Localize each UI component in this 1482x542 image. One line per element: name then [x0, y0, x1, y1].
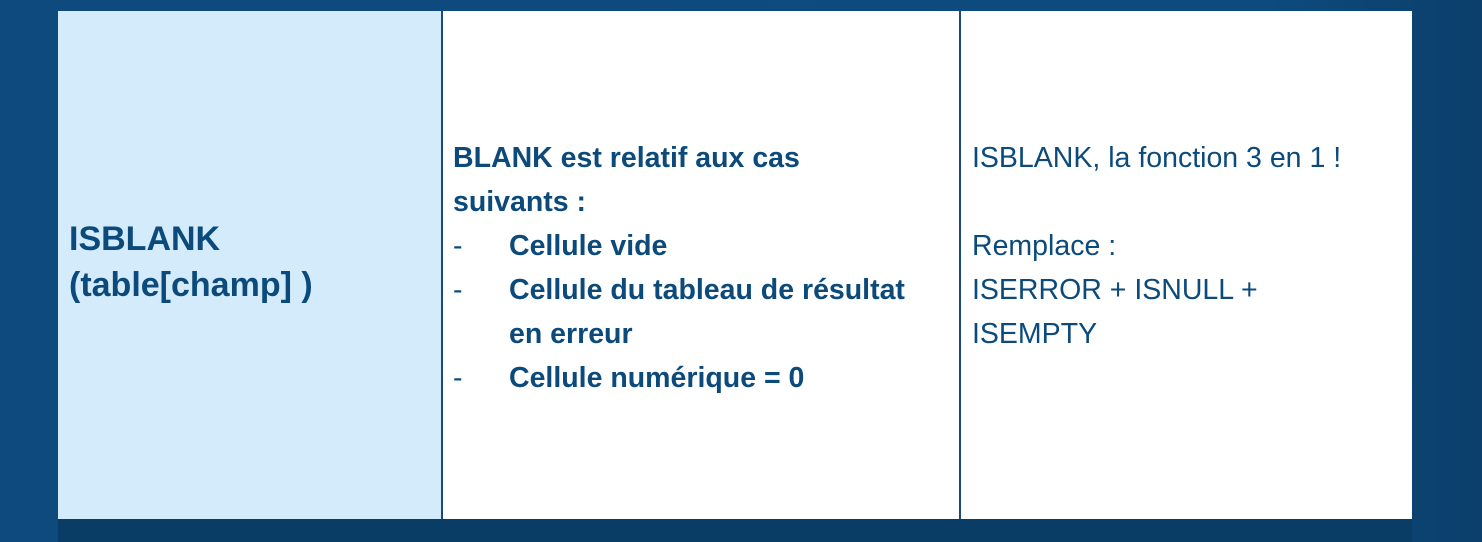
function-name-line2: (table[champ] ) — [69, 266, 313, 304]
function-name-cell: ISBLANK (table[champ] ) — [58, 11, 443, 519]
description-heading-line2: suivants : — [453, 186, 587, 218]
note-line2: Remplace : — [972, 230, 1117, 262]
function-name-line1: ISBLANK — [69, 220, 221, 258]
description-cell: BLANK est relatif aux cas suivants : - C… — [443, 11, 961, 519]
table-bottom-edge — [58, 519, 1412, 542]
description-content: BLANK est relatif aux cas suivants : - C… — [453, 136, 953, 400]
note-cell: ISBLANK, la fonction 3 en 1 ! Remplace :… — [961, 11, 1412, 519]
note-line1: ISBLANK, la fonction 3 en 1 ! — [972, 142, 1342, 174]
function-name: ISBLANK (table[champ] ) — [69, 216, 313, 308]
description-heading-line1: BLANK est relatif aux cas — [453, 142, 800, 174]
bullet-dash: - — [453, 362, 463, 394]
list-item: - Cellule du tableau de résultat en erre… — [453, 268, 953, 356]
bullet-text: Cellule du tableau de résultat — [509, 274, 905, 306]
list-item: - Cellule vide — [453, 224, 953, 268]
bullet-text: Cellule numérique = 0 — [509, 362, 805, 394]
bullet-text: Cellule vide — [509, 230, 668, 262]
list-item: - Cellule numérique = 0 — [453, 356, 953, 400]
note-spacer — [972, 180, 1412, 224]
bullet-text-continuation: en erreur — [509, 318, 633, 350]
note-line3: ISERROR + ISNULL + — [972, 274, 1258, 306]
note-line4: ISEMPTY — [972, 318, 1098, 350]
function-table: ISBLANK (table[champ] ) BLANK est relati… — [58, 11, 1412, 519]
description-bullet-list: - Cellule vide - Cellule du tableau de r… — [453, 224, 953, 400]
note-content: ISBLANK, la fonction 3 en 1 ! Remplace :… — [972, 136, 1412, 356]
bullet-dash: - — [453, 274, 463, 306]
bullet-dash: - — [453, 230, 463, 262]
